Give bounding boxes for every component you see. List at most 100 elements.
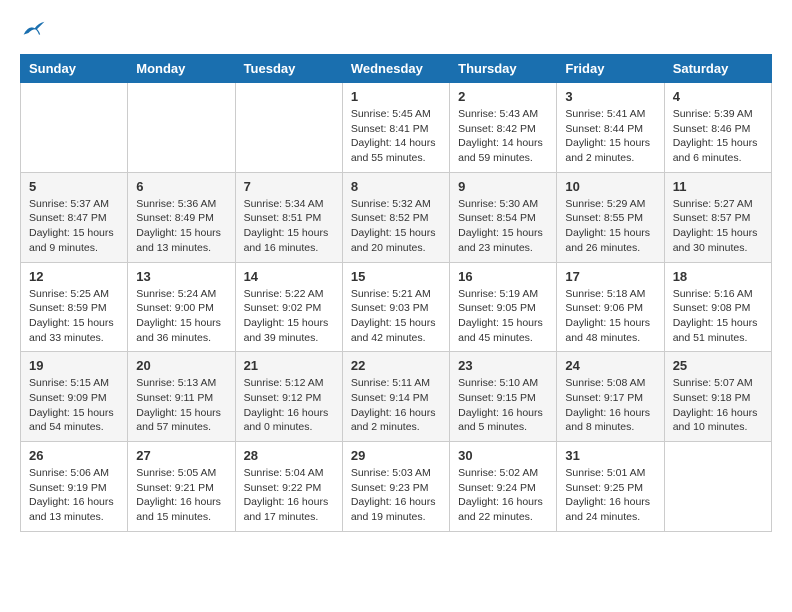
- col-header-friday: Friday: [557, 55, 664, 83]
- day-info: Sunrise: 5:05 AMSunset: 9:21 PMDaylight:…: [136, 466, 226, 525]
- calendar-cell: 2 Sunrise: 5:43 AMSunset: 8:42 PMDaylight…: [450, 83, 557, 173]
- day-info: Sunrise: 5:25 AMSunset: 8:59 PMDaylight:…: [29, 287, 119, 346]
- day-number: 11: [673, 179, 763, 194]
- calendar-cell: 16 Sunrise: 5:19 AMSunset: 9:05 PMDayligh…: [450, 262, 557, 352]
- day-info: Sunrise: 5:45 AMSunset: 8:41 PMDaylight:…: [351, 107, 441, 166]
- calendar-table: SundayMondayTuesdayWednesdayThursdayFrid…: [20, 54, 772, 532]
- day-number: 18: [673, 269, 763, 284]
- day-number: 31: [565, 448, 655, 463]
- calendar-cell: 4 Sunrise: 5:39 AMSunset: 8:46 PMDaylight…: [664, 83, 771, 173]
- calendar-cell: 1Sunrise: 5:45 AMSunset: 8:41 PMDaylight…: [342, 83, 449, 173]
- col-header-saturday: Saturday: [664, 55, 771, 83]
- logo: [20, 20, 46, 38]
- day-number: 20: [136, 358, 226, 373]
- day-info: Sunrise: 5:27 AMSunset: 8:57 PMDaylight:…: [673, 197, 763, 256]
- calendar-cell: 30 Sunrise: 5:02 AMSunset: 9:24 PMDayligh…: [450, 442, 557, 532]
- page-header: [20, 20, 772, 38]
- day-number: 2: [458, 89, 548, 104]
- calendar-cell: 24 Sunrise: 5:08 AMSunset: 9:17 PMDayligh…: [557, 352, 664, 442]
- day-number: 7: [244, 179, 334, 194]
- day-number: 3: [565, 89, 655, 104]
- day-info: Sunrise: 5:22 AMSunset: 9:02 PMDaylight:…: [244, 287, 334, 346]
- day-info: Sunrise: 5:03 AMSunset: 9:23 PMDaylight:…: [351, 466, 441, 525]
- day-info: Sunrise: 5:13 AMSunset: 9:11 PMDaylight:…: [136, 376, 226, 435]
- day-number: 14: [244, 269, 334, 284]
- day-info: Sunrise: 5:24 AMSunset: 9:00 PMDaylight:…: [136, 287, 226, 346]
- day-number: 5: [29, 179, 119, 194]
- day-info: Sunrise: 5:10 AMSunset: 9:15 PMDaylight:…: [458, 376, 548, 435]
- calendar-cell: 19 Sunrise: 5:15 AMSunset: 9:09 PMDayligh…: [21, 352, 128, 442]
- calendar-cell: 20 Sunrise: 5:13 AMSunset: 9:11 PMDayligh…: [128, 352, 235, 442]
- day-info: Sunrise: 5:11 AMSunset: 9:14 PMDaylight:…: [351, 376, 441, 435]
- day-info: Sunrise: 5:08 AMSunset: 9:17 PMDaylight:…: [565, 376, 655, 435]
- day-info: Sunrise: 5:21 AMSunset: 9:03 PMDaylight:…: [351, 287, 441, 346]
- day-number: 30: [458, 448, 548, 463]
- calendar-cell: 6 Sunrise: 5:36 AMSunset: 8:49 PMDaylight…: [128, 172, 235, 262]
- calendar-cell: 28Sunrise: 5:04 AMSunset: 9:22 PMDayligh…: [235, 442, 342, 532]
- day-info: Sunrise: 5:43 AMSunset: 8:42 PMDaylight:…: [458, 107, 548, 166]
- day-info: Sunrise: 5:29 AMSunset: 8:55 PMDaylight:…: [565, 197, 655, 256]
- calendar-cell: 23 Sunrise: 5:10 AMSunset: 9:15 PMDayligh…: [450, 352, 557, 442]
- calendar-cell: 27 Sunrise: 5:05 AMSunset: 9:21 PMDayligh…: [128, 442, 235, 532]
- calendar-cell: 25 Sunrise: 5:07 AMSunset: 9:18 PMDayligh…: [664, 352, 771, 442]
- calendar-cell: [664, 442, 771, 532]
- calendar-cell: 17 Sunrise: 5:18 AMSunset: 9:06 PMDayligh…: [557, 262, 664, 352]
- day-number: 25: [673, 358, 763, 373]
- day-number: 8: [351, 179, 441, 194]
- calendar-week-row: 19 Sunrise: 5:15 AMSunset: 9:09 PMDayligh…: [21, 352, 772, 442]
- calendar-cell: 10 Sunrise: 5:29 AMSunset: 8:55 PMDayligh…: [557, 172, 664, 262]
- day-info: Sunrise: 5:18 AMSunset: 9:06 PMDaylight:…: [565, 287, 655, 346]
- day-number: 12: [29, 269, 119, 284]
- calendar-week-row: 12 Sunrise: 5:25 AMSunset: 8:59 PMDayligh…: [21, 262, 772, 352]
- col-header-tuesday: Tuesday: [235, 55, 342, 83]
- day-number: 21: [244, 358, 334, 373]
- calendar-cell: 13Sunrise: 5:24 AMSunset: 9:00 PMDayligh…: [128, 262, 235, 352]
- col-header-wednesday: Wednesday: [342, 55, 449, 83]
- calendar-cell: 22Sunrise: 5:11 AMSunset: 9:14 PMDayligh…: [342, 352, 449, 442]
- calendar-cell: [21, 83, 128, 173]
- day-info: Sunrise: 5:37 AMSunset: 8:47 PMDaylight:…: [29, 197, 119, 256]
- day-info: Sunrise: 5:32 AMSunset: 8:52 PMDaylight:…: [351, 197, 441, 256]
- logo-bird-icon: [22, 20, 46, 38]
- calendar-cell: 14 Sunrise: 5:22 AMSunset: 9:02 PMDayligh…: [235, 262, 342, 352]
- day-info: Sunrise: 5:06 AMSunset: 9:19 PMDaylight:…: [29, 466, 119, 525]
- calendar-week-row: 5 Sunrise: 5:37 AMSunset: 8:47 PMDaylight…: [21, 172, 772, 262]
- calendar-cell: 31Sunrise: 5:01 AMSunset: 9:25 PMDayligh…: [557, 442, 664, 532]
- day-number: 10: [565, 179, 655, 194]
- day-number: 4: [673, 89, 763, 104]
- day-info: Sunrise: 5:36 AMSunset: 8:49 PMDaylight:…: [136, 197, 226, 256]
- calendar-cell: 15 Sunrise: 5:21 AMSunset: 9:03 PMDayligh…: [342, 262, 449, 352]
- day-info: Sunrise: 5:19 AMSunset: 9:05 PMDaylight:…: [458, 287, 548, 346]
- day-number: 27: [136, 448, 226, 463]
- day-number: 6: [136, 179, 226, 194]
- day-number: 29: [351, 448, 441, 463]
- day-info: Sunrise: 5:04 AMSunset: 9:22 PMDaylight:…: [244, 466, 334, 525]
- day-number: 17: [565, 269, 655, 284]
- day-info: Sunrise: 5:39 AMSunset: 8:46 PMDaylight:…: [673, 107, 763, 166]
- day-info: Sunrise: 5:12 AMSunset: 9:12 PMDaylight:…: [244, 376, 334, 435]
- day-info: Sunrise: 5:34 AMSunset: 8:51 PMDaylight:…: [244, 197, 334, 256]
- day-info: Sunrise: 5:41 AMSunset: 8:44 PMDaylight:…: [565, 107, 655, 166]
- calendar-cell: [235, 83, 342, 173]
- day-number: 23: [458, 358, 548, 373]
- day-info: Sunrise: 5:07 AMSunset: 9:18 PMDaylight:…: [673, 376, 763, 435]
- day-info: Sunrise: 5:02 AMSunset: 9:24 PMDaylight:…: [458, 466, 548, 525]
- calendar-cell: [128, 83, 235, 173]
- calendar-cell: 8 Sunrise: 5:32 AMSunset: 8:52 PMDaylight…: [342, 172, 449, 262]
- calendar-cell: 26Sunrise: 5:06 AMSunset: 9:19 PMDayligh…: [21, 442, 128, 532]
- day-info: Sunrise: 5:16 AMSunset: 9:08 PMDaylight:…: [673, 287, 763, 346]
- day-info: Sunrise: 5:15 AMSunset: 9:09 PMDaylight:…: [29, 376, 119, 435]
- day-number: 24: [565, 358, 655, 373]
- day-number: 19: [29, 358, 119, 373]
- calendar-cell: 12 Sunrise: 5:25 AMSunset: 8:59 PMDayligh…: [21, 262, 128, 352]
- col-header-sunday: Sunday: [21, 55, 128, 83]
- calendar-cell: 7 Sunrise: 5:34 AMSunset: 8:51 PMDaylight…: [235, 172, 342, 262]
- day-number: 16: [458, 269, 548, 284]
- calendar-week-row: 26Sunrise: 5:06 AMSunset: 9:19 PMDayligh…: [21, 442, 772, 532]
- day-number: 15: [351, 269, 441, 284]
- calendar-cell: 11 Sunrise: 5:27 AMSunset: 8:57 PMDayligh…: [664, 172, 771, 262]
- calendar-week-row: 1Sunrise: 5:45 AMSunset: 8:41 PMDaylight…: [21, 83, 772, 173]
- calendar-cell: 3 Sunrise: 5:41 AMSunset: 8:44 PMDaylight…: [557, 83, 664, 173]
- calendar-cell: 29 Sunrise: 5:03 AMSunset: 9:23 PMDayligh…: [342, 442, 449, 532]
- calendar-cell: 18 Sunrise: 5:16 AMSunset: 9:08 PMDayligh…: [664, 262, 771, 352]
